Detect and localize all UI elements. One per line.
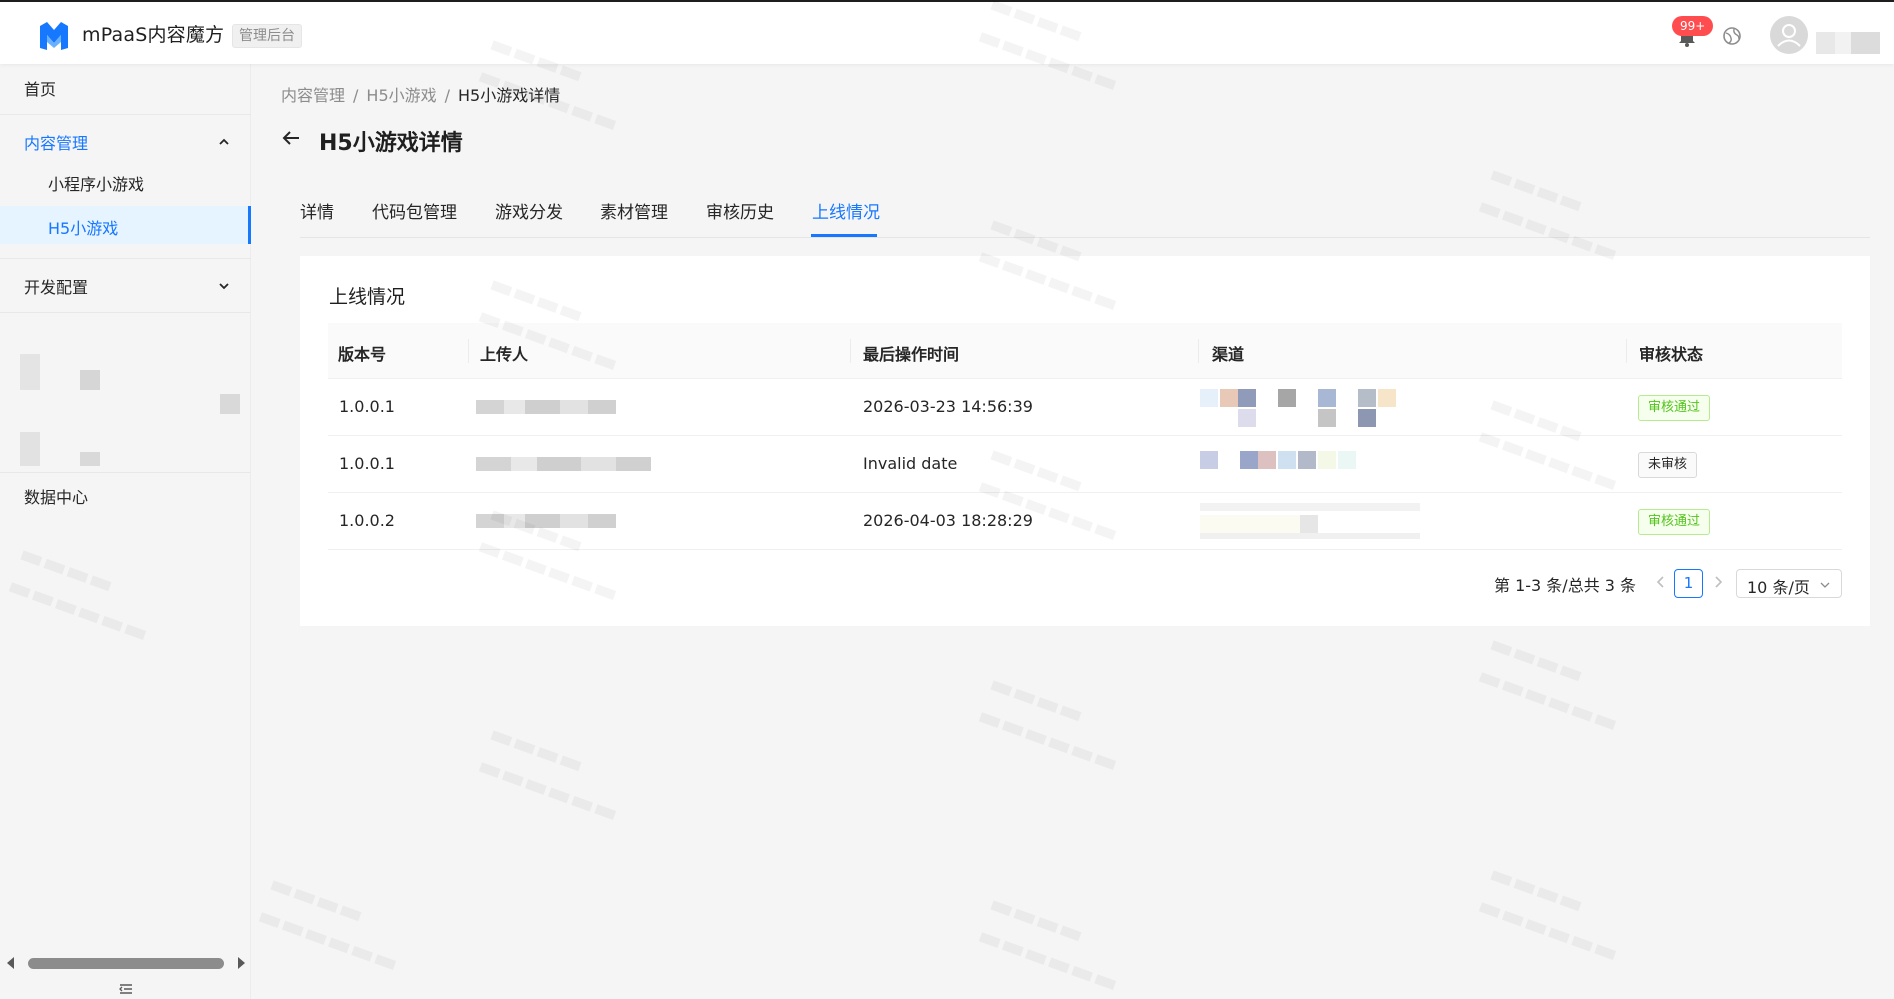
mpaas-logo-icon xyxy=(40,22,68,50)
column-header-last-op-time: 最后操作时间 xyxy=(863,345,960,364)
watermark: ▬▬▬▬▬▬▬▬▬▬ xyxy=(973,887,1135,999)
cell-version: 1.0.0.1 xyxy=(339,397,395,416)
column-separator xyxy=(1626,339,1627,363)
sidebar-item-label: H5小游戏 xyxy=(48,219,119,238)
sidebar-divider xyxy=(0,312,251,313)
tab-details[interactable]: 详情 xyxy=(300,198,334,223)
detail-tabs: 详情 代码包管理 游戏分发 素材管理 审核历史 上线情况 xyxy=(300,190,1870,238)
sidebar-item-home[interactable]: 首页 xyxy=(0,76,251,106)
menu-collapse-icon[interactable] xyxy=(118,982,134,996)
column-separator xyxy=(1198,339,1199,363)
status-badge: 审核通过 xyxy=(1638,395,1711,421)
cell-uploader-redacted xyxy=(476,400,616,414)
notification-badge: 99+ xyxy=(1672,16,1714,36)
breadcrumb-content-management[interactable]: 内容管理 xyxy=(281,86,345,105)
column-header-channel: 渠道 xyxy=(1212,345,1245,364)
card-title: 上线情况 xyxy=(329,286,406,308)
sidebar-item-label: 开发配置 xyxy=(24,278,89,297)
tab-active-indicator xyxy=(811,234,877,237)
sidebar-divider xyxy=(0,114,251,115)
sidebar: 首页 内容管理 小程序小游戏 H5小游戏 开发配置 数据中心 xyxy=(0,64,251,999)
cell-last-op-time: 2026-04-03 18:28:29 xyxy=(863,511,1033,530)
tab-distribution[interactable]: 游戏分发 xyxy=(495,198,563,223)
admin-tag: 管理后台 xyxy=(232,24,302,48)
page-title: H5小游戏详情 xyxy=(319,131,463,156)
brand-name[interactable]: mPaaS内容魔方 xyxy=(82,20,224,47)
scroll-left-arrow-icon[interactable] xyxy=(6,957,16,969)
breadcrumb-current: H5小游戏详情 xyxy=(458,86,561,105)
table-row: 1.0.0.1 2026-03-23 14:56:39 审核通过 xyxy=(328,379,1842,436)
page-size-value: 10 条/页 xyxy=(1747,578,1810,597)
cell-uploader-redacted xyxy=(476,514,616,528)
breadcrumb-h5-games[interactable]: H5小游戏 xyxy=(366,86,436,105)
chevron-left-icon[interactable] xyxy=(1654,574,1668,590)
scroll-right-arrow-icon[interactable] xyxy=(236,957,246,969)
chevron-down-icon xyxy=(219,283,229,290)
watermark: ▬▬▬▬▬▬▬▬▬▬ xyxy=(473,717,635,831)
chevron-up-icon xyxy=(219,138,229,145)
table-header: 版本号 上传人 最后操作时间 渠道 审核状态 xyxy=(328,323,1842,379)
chevron-right-icon[interactable] xyxy=(1711,574,1725,590)
user-avatar[interactable] xyxy=(1770,16,1808,54)
column-header-review-status: 审核状态 xyxy=(1639,345,1704,364)
online-status-card: 上线情况 版本号 上传人 最后操作时间 渠道 审核状态 1.0.0.1 2026… xyxy=(300,256,1870,626)
column-header-version: 版本号 xyxy=(338,345,387,364)
pagination-total: 第 1-3 条/总共 3 条 xyxy=(1494,576,1637,595)
breadcrumb-separator: / xyxy=(444,86,451,105)
sidebar-horizontal-scrollbar[interactable] xyxy=(6,954,246,970)
cell-channel-redacted xyxy=(1200,446,1400,484)
sidebar-divider xyxy=(0,258,251,259)
sidebar-item-h5-games[interactable]: H5小游戏 xyxy=(0,206,251,244)
sidebar-item-data-center[interactable]: 数据中心 xyxy=(0,484,251,514)
column-separator xyxy=(468,339,469,363)
breadcrumb: 内容管理 / H5小游戏 / H5小游戏详情 xyxy=(281,82,560,106)
watermark: ▬▬▬▬▬▬▬▬▬▬ xyxy=(253,867,415,981)
watermark: ▬▬▬▬▬▬▬▬▬▬ xyxy=(1473,627,1635,741)
tab-assets[interactable]: 素材管理 xyxy=(600,198,668,223)
cell-channel-redacted xyxy=(1200,503,1420,541)
cell-uploader-redacted xyxy=(476,457,651,471)
sidebar-item-dev-config[interactable]: 开发配置 xyxy=(0,274,251,304)
chevron-down-icon xyxy=(1820,582,1830,588)
back-arrow-icon[interactable] xyxy=(281,128,301,148)
sidebar-item-label: 小程序小游戏 xyxy=(48,175,145,194)
redacted-nav-items[interactable] xyxy=(20,324,240,474)
sidebar-item-mini-games[interactable]: 小程序小游戏 xyxy=(0,162,251,200)
cell-channel-redacted xyxy=(1200,389,1400,427)
tab-online-status[interactable]: 上线情况 xyxy=(812,198,880,223)
cell-version: 1.0.0.1 xyxy=(339,454,395,473)
sidebar-item-label: 内容管理 xyxy=(24,134,89,153)
sidebar-divider xyxy=(0,472,251,473)
scrollbar-thumb[interactable] xyxy=(28,958,224,969)
sidebar-item-label: 首页 xyxy=(24,80,57,99)
tab-review-history[interactable]: 审核历史 xyxy=(706,198,774,223)
globe-icon[interactable] xyxy=(1722,26,1742,46)
sidebar-item-label: 数据中心 xyxy=(24,488,89,507)
pagination-page-1[interactable]: 1 xyxy=(1674,569,1703,598)
user-icon xyxy=(1777,24,1801,47)
column-header-uploader: 上传人 xyxy=(480,345,529,364)
cell-version: 1.0.0.2 xyxy=(339,511,395,530)
watermark: ▬▬▬▬▬▬▬▬▬▬ xyxy=(973,667,1135,781)
column-separator xyxy=(850,339,851,363)
sidebar-item-content-management[interactable]: 内容管理 xyxy=(0,130,251,160)
top-header: mPaaS内容魔方 管理后台 99+ xyxy=(0,2,1894,64)
status-badge: 审核通过 xyxy=(1638,509,1711,535)
table-row: 1.0.0.2 2026-04-03 18:28:29 审核通过 xyxy=(328,493,1842,550)
breadcrumb-separator: / xyxy=(353,86,359,105)
status-badge: 未审核 xyxy=(1638,452,1698,478)
watermark: ▬▬▬▬▬▬▬▬▬▬ xyxy=(1473,857,1635,971)
username-redacted[interactable] xyxy=(1816,32,1880,54)
table-row: 1.0.0.1 Invalid date 未审核 xyxy=(328,436,1842,493)
cell-last-op-time: 2026-03-23 14:56:39 xyxy=(863,397,1033,416)
page-size-select[interactable]: 10 条/页 xyxy=(1736,569,1842,598)
cell-last-op-time: Invalid date xyxy=(863,454,958,473)
tab-code-package[interactable]: 代码包管理 xyxy=(372,198,457,223)
